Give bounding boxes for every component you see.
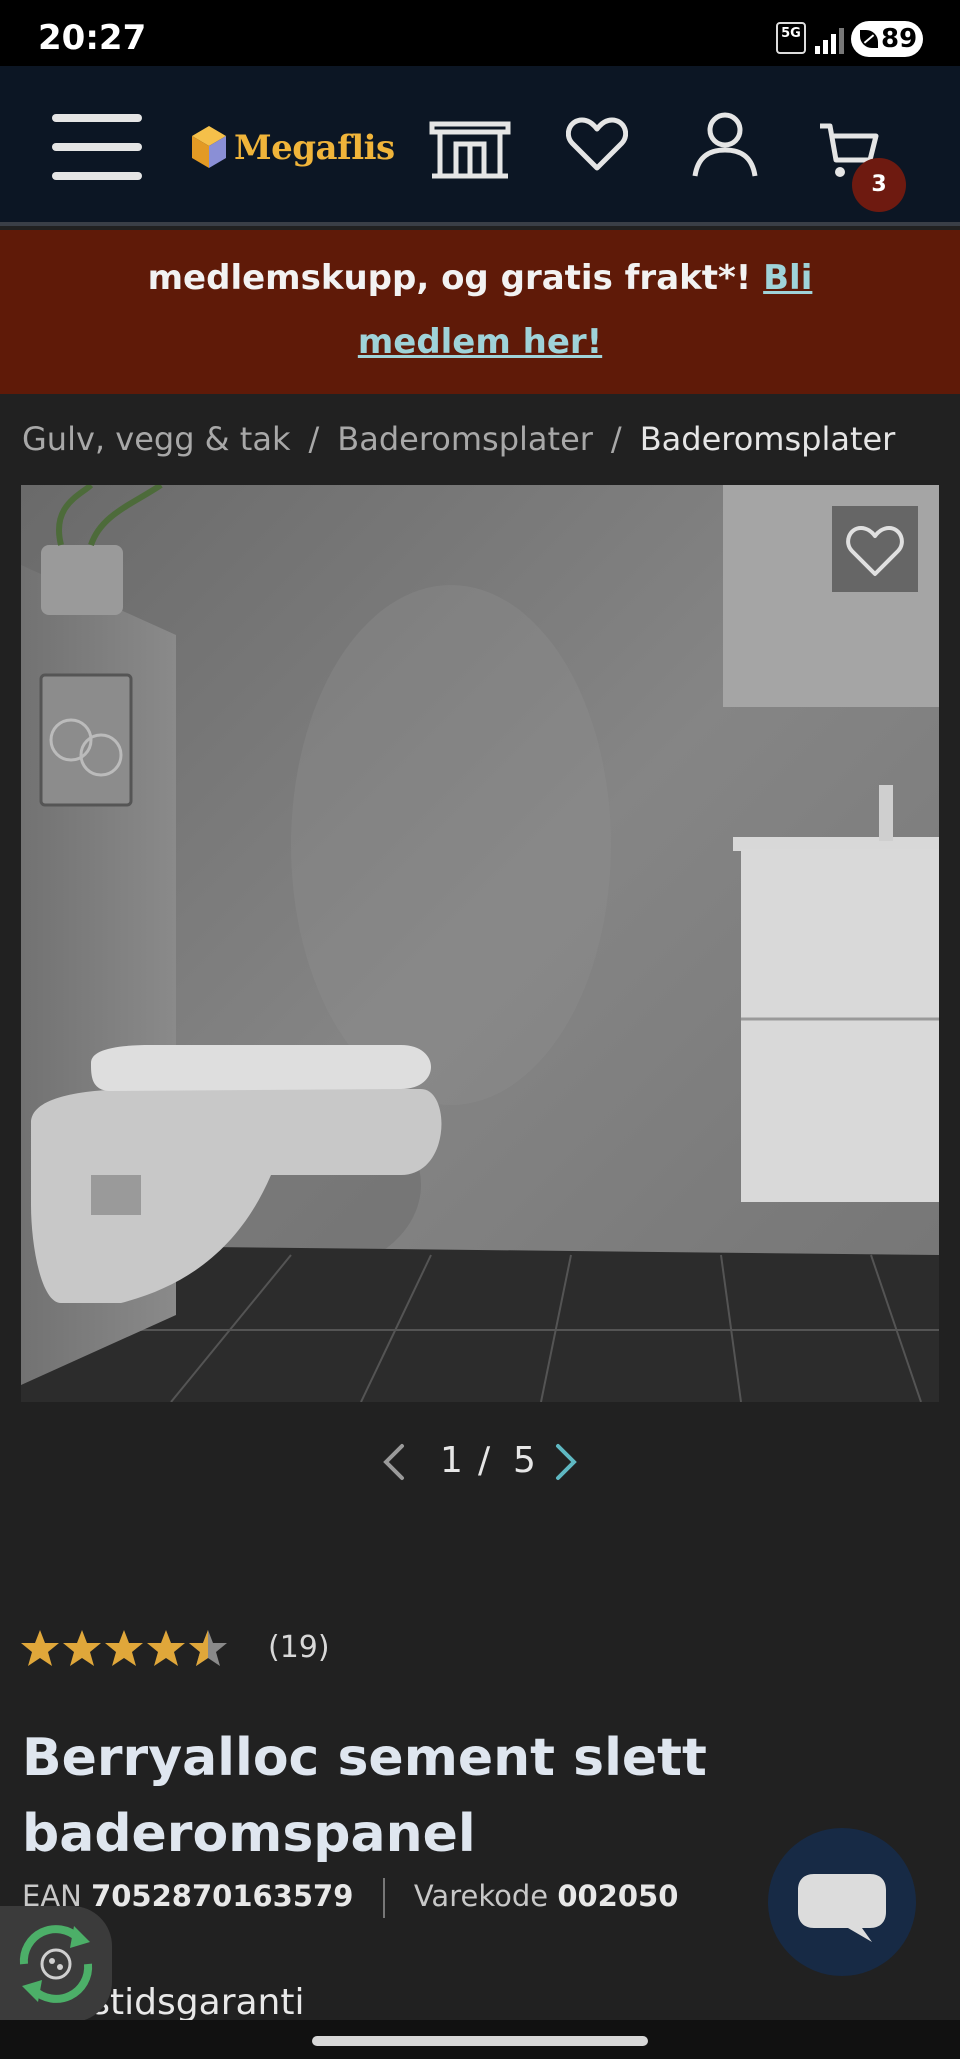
promo-text: medlemskupp, og gratis frakt*! Bli [0, 258, 960, 298]
promo-join-link-part1[interactable]: Bli [763, 258, 812, 298]
sku-value: 002050 [557, 1879, 679, 1913]
store-icon[interactable] [428, 110, 512, 182]
chevron-left-icon[interactable] [380, 1442, 406, 1482]
chat-bubble-icon [798, 1874, 886, 1942]
recycle-icon [19, 1925, 93, 2003]
signal-icon [815, 24, 845, 54]
star-full-icon [21, 1630, 59, 1666]
user-icon[interactable] [690, 110, 760, 180]
eco-badge-button[interactable] [0, 1906, 112, 2022]
breadcrumb-item-gulv[interactable]: Gulv, vegg & tak [22, 420, 290, 458]
star-full-icon [105, 1630, 143, 1666]
membership-promo-banner: medlemskupp, og gratis frakt*! Bli medle… [0, 230, 960, 394]
gallery-separator: / [478, 1440, 491, 1481]
battery-indicator: 89 [851, 21, 923, 57]
cart-count-badge[interactable]: 3 [852, 158, 906, 212]
gallery-current-index: 1 [440, 1440, 463, 1481]
product-codes: EAN 7052870163579 Varekode 002050 [22, 1878, 678, 1918]
product-rating[interactable]: (19) [20, 1628, 360, 1672]
product-image[interactable] [21, 485, 939, 1402]
review-count[interactable]: (19) [268, 1630, 330, 1665]
status-bar: 20:27 5G 89 [0, 0, 960, 66]
gallery-total: 5 [513, 1440, 536, 1481]
megaflis-logo[interactable]: Megaflis [190, 118, 395, 178]
status-time: 20:27 [38, 18, 147, 58]
heart-icon[interactable] [566, 116, 628, 172]
star-half-icon [189, 1630, 227, 1666]
logo-mark-icon [192, 126, 226, 168]
product-title-line2: baderomspanel [22, 1804, 476, 1864]
sku-label: Varekode [413, 1879, 549, 1913]
battery-saver-icon [860, 30, 878, 48]
menu-icon[interactable] [52, 114, 142, 180]
chevron-right-icon[interactable] [554, 1442, 580, 1482]
logo-text: Megaflis [234, 128, 395, 168]
site-header: Megaflis 3 [0, 66, 960, 226]
breadcrumb-item-current: Baderomsplater [639, 420, 896, 458]
star-full-icon [63, 1630, 101, 1666]
promo-line-1: medlemskupp, og gratis frakt*! [147, 258, 764, 298]
star-full-icon [147, 1630, 185, 1666]
add-to-favorites-button[interactable] [832, 506, 918, 592]
home-indicator[interactable] [312, 2036, 648, 2046]
breadcrumb-separator: / [308, 420, 320, 458]
gallery-pager: 1 / 5 [370, 1436, 590, 1486]
chat-button[interactable] [768, 1828, 916, 1976]
product-title-line1: Berryalloc sement slett [22, 1728, 707, 1788]
product-title: Berryalloc sement slett baderomspanel [22, 1720, 762, 1872]
promo-text-2: medlem her! [0, 322, 960, 362]
bathroom-photo [21, 485, 939, 1402]
ean-value: 7052870163579 [91, 1879, 354, 1913]
breadcrumb-separator: / [610, 420, 622, 458]
heart-icon [846, 526, 904, 576]
breadcrumb: Gulv, vegg & tak / Baderomsplater / Baderoms… [22, 420, 895, 458]
battery-level: 89 [881, 24, 918, 54]
promo-join-link-part2[interactable]: medlem her! [358, 322, 602, 362]
breadcrumb-item-baderomsplater[interactable]: Baderomsplater [337, 420, 593, 458]
codes-divider [382, 1878, 385, 1918]
network-5g-icon: 5G [776, 22, 806, 54]
